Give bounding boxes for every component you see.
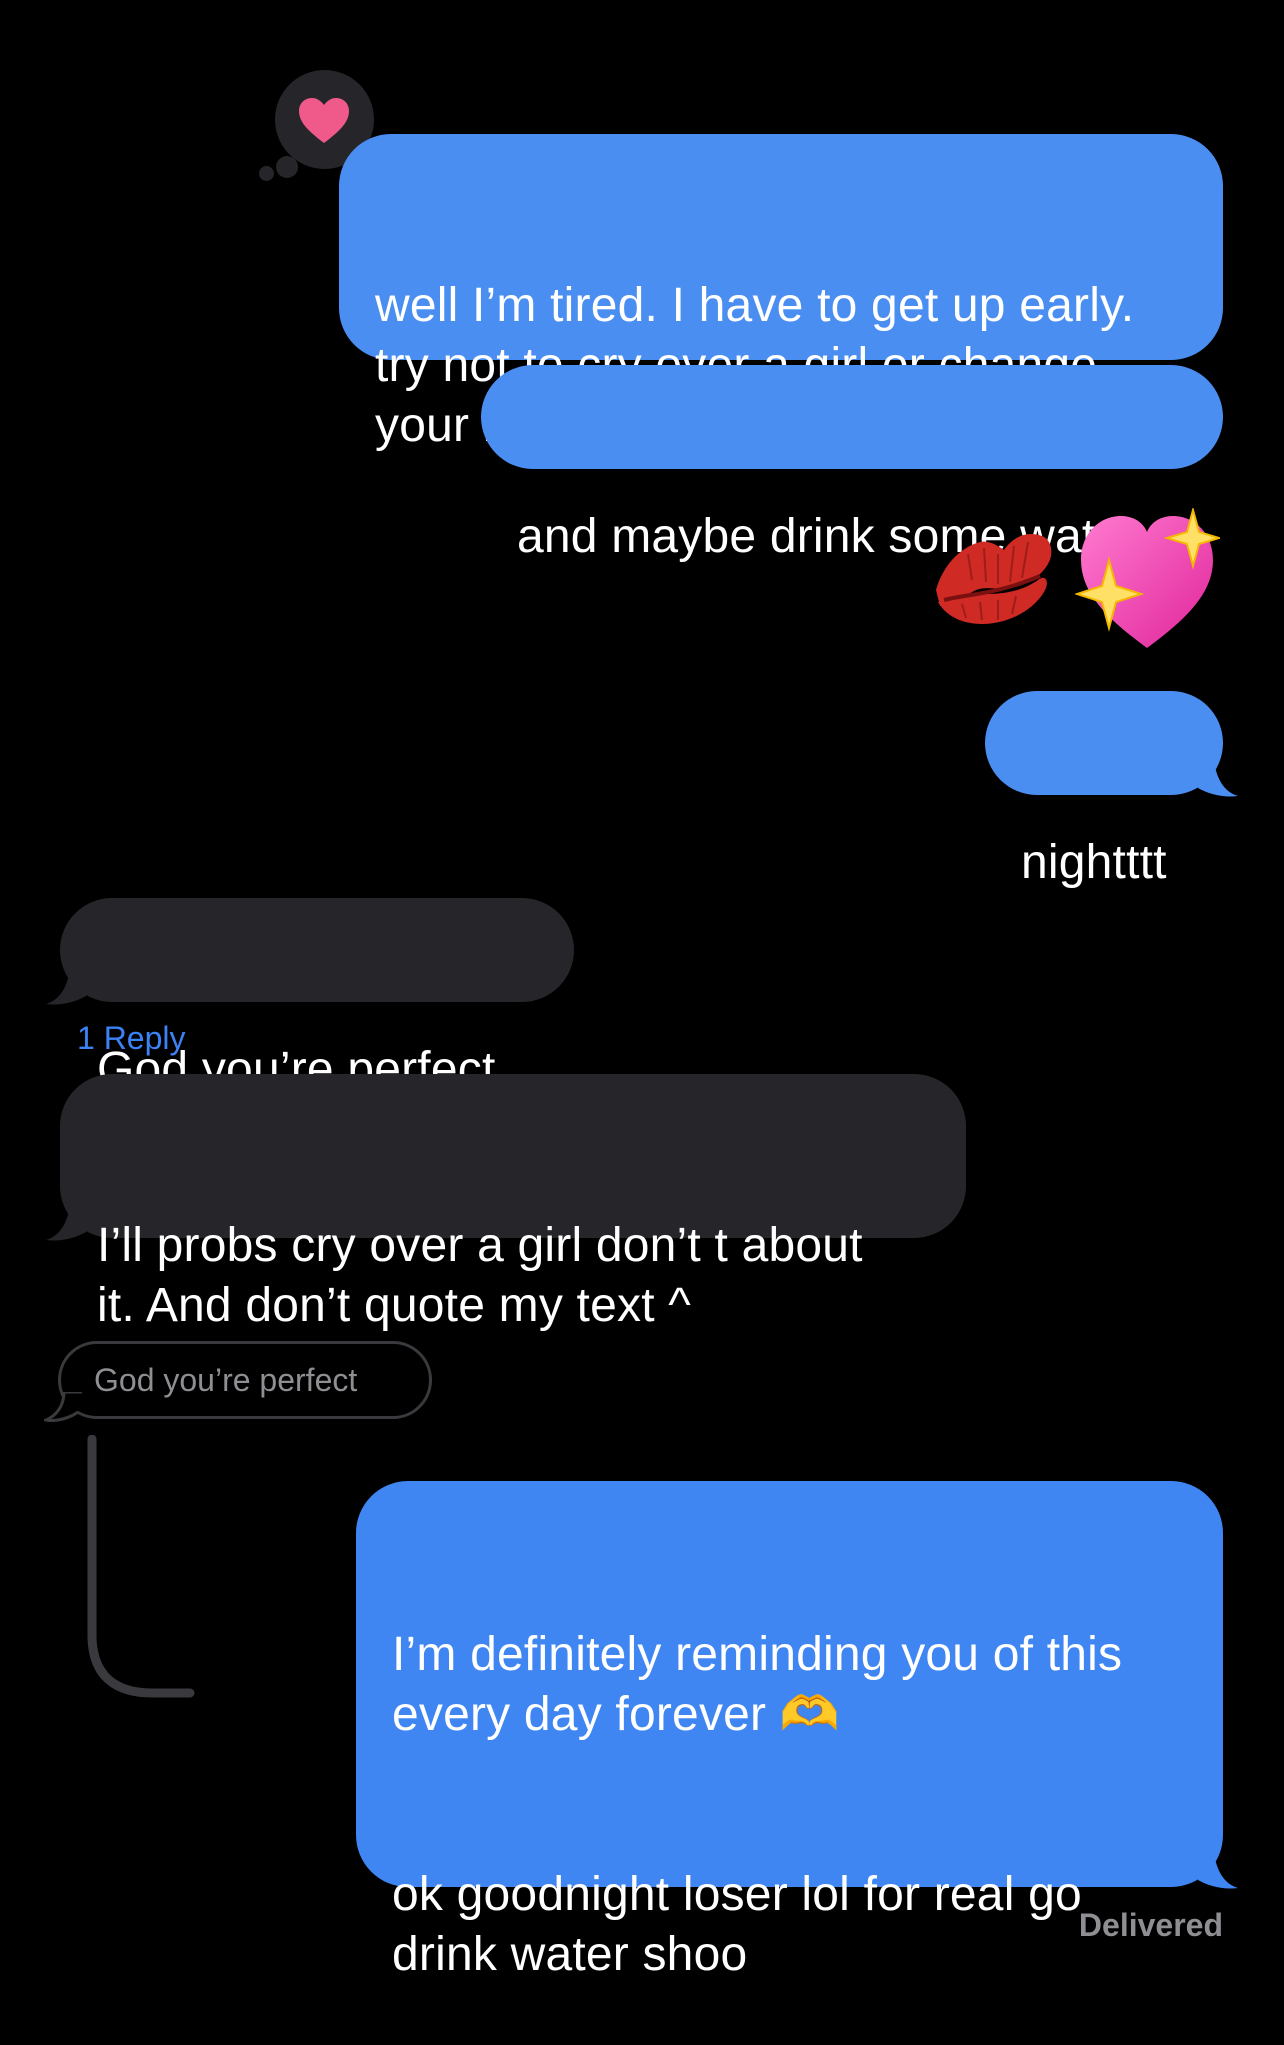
delivery-status: Delivered bbox=[1078, 1907, 1223, 1943]
received-message-bubble[interactable]: I’ll probs cry over a girl don’t t about… bbox=[60, 1074, 966, 1332]
message-text: I’m definitely reminding you of this eve… bbox=[392, 1628, 1123, 1981]
heart-icon bbox=[299, 98, 349, 143]
bubble-tail bbox=[46, 968, 92, 1005]
received-message-bubble[interactable]: God you’re perfect bbox=[60, 898, 574, 1096]
sparkling-heart-icon bbox=[1075, 508, 1220, 648]
sent-message-bubble[interactable]: well I’m tired. I have to get up early. … bbox=[339, 134, 1223, 452]
sent-message-bubble[interactable]: nightttt bbox=[985, 691, 1223, 889]
quoted-message-text: God you’re perfect bbox=[94, 1362, 358, 1398]
reply-count-link[interactable]: 1 Reply bbox=[77, 1016, 186, 1060]
bubble-tail bbox=[1192, 760, 1238, 797]
quoted-message-bubble[interactable]: God you’re perfect bbox=[58, 1341, 432, 1419]
sent-message-bubble[interactable]: I’m definitely reminding you of this eve… bbox=[356, 1481, 1223, 1981]
sent-message-bubble[interactable]: and maybe drink some water bbox=[481, 365, 1223, 563]
bubble-tail bbox=[1192, 1852, 1238, 1889]
kiss-mark-icon bbox=[936, 533, 1052, 624]
tapback-bubble-dot-small bbox=[259, 166, 274, 181]
message-text: I’ll probs cry over a girl don’t t about… bbox=[97, 1219, 863, 1332]
reply-thread-line bbox=[87, 1435, 195, 1698]
bubble-tail bbox=[46, 1204, 92, 1241]
quote-bubble-tail bbox=[44, 1392, 82, 1422]
message-text: nightttt bbox=[1021, 836, 1167, 889]
